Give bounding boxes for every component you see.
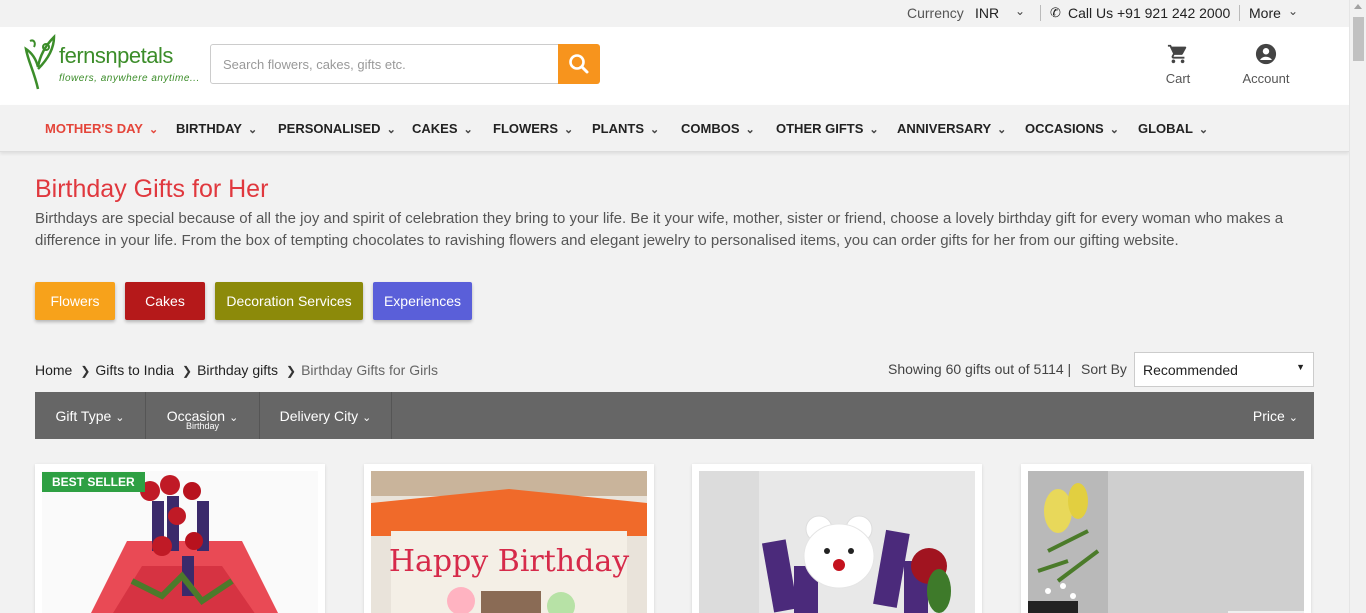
- logo-leaf-icon: [24, 33, 56, 90]
- results-count: Showing 60 gifts out of 5114 |: [888, 361, 1072, 377]
- divider: [1239, 5, 1240, 21]
- filter-price[interactable]: Price ⌄: [1253, 408, 1298, 424]
- chevron-down-icon: ⌄: [386, 124, 396, 136]
- nav-item-anniversary[interactable]: ANNIVERSARY ⌄: [897, 121, 1006, 136]
- sort-select[interactable]: Recommended ▼: [1134, 352, 1314, 387]
- breadcrumb-gifts-to-india[interactable]: Gifts to India: [95, 362, 174, 378]
- filter-occasion-selected: Birthday: [185, 421, 220, 431]
- chevron-down-icon: ⌄: [745, 124, 755, 136]
- chip-decoration-services[interactable]: Decoration Services: [215, 282, 363, 320]
- chevron-down-icon[interactable]: ⌄: [1288, 4, 1298, 18]
- chevron-right-icon: ❯: [80, 364, 91, 378]
- chevron-down-icon: ⌄: [229, 412, 239, 424]
- product-image-roses-chocolates[interactable]: [42, 471, 318, 613]
- chip-flowers[interactable]: Flowers: [35, 282, 115, 320]
- chevron-down-icon: ⌄: [115, 412, 125, 424]
- category-nav: MOTHER'S DAY ⌄ BIRTHDAY ⌄ PERSONALISED ⌄ CA…: [0, 105, 1349, 152]
- product-card[interactable]: [692, 464, 982, 613]
- caret-down-icon: ▼: [1296, 362, 1305, 372]
- nav-item-other-gifts[interactable]: OTHER GIFTS ⌄: [776, 121, 879, 136]
- account-label: Account: [1242, 71, 1290, 86]
- cart-button[interactable]: Cart: [1158, 43, 1198, 86]
- nav-item-plants[interactable]: PLANTS ⌄: [592, 121, 659, 136]
- product-image-flower-plant[interactable]: [1028, 471, 1304, 613]
- scrollbar-thumb[interactable]: [1353, 17, 1364, 61]
- filter-gift-type[interactable]: Gift Type ⌄: [35, 392, 146, 439]
- site-logo[interactable]: fernsnpetals flowers, anywhere anytime..…: [24, 31, 199, 91]
- cart-icon: [1167, 44, 1187, 64]
- logo-brand-text: fernsnpetals: [59, 43, 173, 68]
- nav-item-global[interactable]: GLOBAL ⌄: [1138, 121, 1208, 136]
- top-utility-bar: Currency INR ⌄ ✆ Call Us +91 921 242 200…: [0, 0, 1349, 27]
- nav-item-occasions[interactable]: OCCASIONS ⌄: [1025, 121, 1119, 136]
- chevron-down-icon: ⌄: [247, 124, 258, 136]
- chip-cakes[interactable]: Cakes: [125, 282, 205, 320]
- account-button[interactable]: Account: [1236, 43, 1296, 86]
- nav-item-flowers[interactable]: FLOWERS ⌄: [493, 121, 573, 136]
- page-scrollbar[interactable]: [1349, 0, 1366, 613]
- product-card[interactable]: [1021, 464, 1311, 613]
- chevron-down-icon: ⌄: [148, 124, 159, 136]
- cushion-text: Happy Birthday: [389, 544, 629, 579]
- phone-icon: ✆: [1050, 5, 1061, 20]
- chevron-down-icon: ⌄: [463, 124, 473, 136]
- product-image-teddy-chocolates[interactable]: [699, 471, 975, 613]
- nav-item-mothers-day[interactable]: MOTHER'S DAY ⌄: [45, 121, 158, 136]
- nav-item-birthday[interactable]: BIRTHDAY ⌄: [176, 121, 257, 136]
- page-title: Birthday Gifts for Her: [35, 175, 269, 203]
- chip-experiences[interactable]: Experiences: [373, 282, 472, 320]
- chevron-right-icon: ❯: [286, 364, 297, 378]
- more-menu[interactable]: More: [1249, 5, 1281, 21]
- breadcrumb-current: Birthday Gifts for Girls: [301, 362, 438, 378]
- search-icon: [569, 54, 589, 74]
- cart-label: Cart: [1165, 71, 1191, 86]
- chevron-right-icon: ❯: [182, 364, 193, 378]
- filter-delivery-city[interactable]: Delivery City ⌄: [260, 392, 392, 439]
- breadcrumb-birthday-gifts[interactable]: Birthday gifts: [197, 362, 278, 378]
- filter-bar: Gift Type ⌄ Occasion ⌄ Birthday Delivery C…: [35, 392, 1314, 439]
- currency-selector[interactable]: INR: [975, 5, 999, 21]
- chevron-down-icon: ⌄: [869, 124, 879, 136]
- filter-occasion[interactable]: Occasion ⌄ Birthday: [146, 392, 260, 439]
- nav-item-personalised[interactable]: PERSONALISED ⌄: [278, 121, 396, 136]
- page-description: Birthdays are special because of all the…: [35, 210, 1284, 249]
- chevron-down-icon: ⌄: [362, 412, 372, 424]
- search-input[interactable]: [210, 44, 559, 84]
- chevron-down-icon: ⌄: [564, 124, 574, 136]
- product-card[interactable]: Happy Birthday: [364, 464, 654, 613]
- account-icon: [1255, 43, 1277, 65]
- nav-item-combos[interactable]: COMBOS ⌄: [681, 121, 755, 136]
- chevron-down-icon[interactable]: ⌄: [1015, 4, 1025, 18]
- nav-item-cakes[interactable]: CAKES ⌄: [412, 121, 473, 136]
- chevron-down-icon: ⌄: [1198, 124, 1209, 136]
- call-us-link[interactable]: Call Us +91 921 242 2000: [1068, 5, 1230, 21]
- scroll-up-arrow-icon[interactable]: [1354, 4, 1362, 9]
- search-button[interactable]: [558, 44, 600, 84]
- breadcrumb-home[interactable]: Home: [35, 362, 72, 378]
- header: fernsnpetals flowers, anywhere anytime..…: [0, 27, 1349, 105]
- sort-select-value: Recommended: [1143, 362, 1238, 378]
- best-seller-badge: BEST SELLER: [42, 472, 145, 492]
- chevron-down-icon: ⌄: [997, 124, 1007, 136]
- chevron-down-icon: ⌄: [650, 124, 660, 136]
- sort-by-label: Sort By: [1081, 361, 1127, 377]
- divider: [1040, 5, 1041, 21]
- product-image-birthday-cushion[interactable]: Happy Birthday: [371, 471, 647, 613]
- currency-label: Currency: [907, 5, 964, 21]
- breadcrumb: Home ❯ Gifts to India ❯ Birthday gifts ❯ Birth…: [35, 362, 438, 378]
- chevron-down-icon: ⌄: [1109, 124, 1119, 136]
- logo-tagline: flowers, anywhere anytime...: [59, 73, 200, 84]
- chevron-down-icon: ⌄: [1288, 412, 1298, 424]
